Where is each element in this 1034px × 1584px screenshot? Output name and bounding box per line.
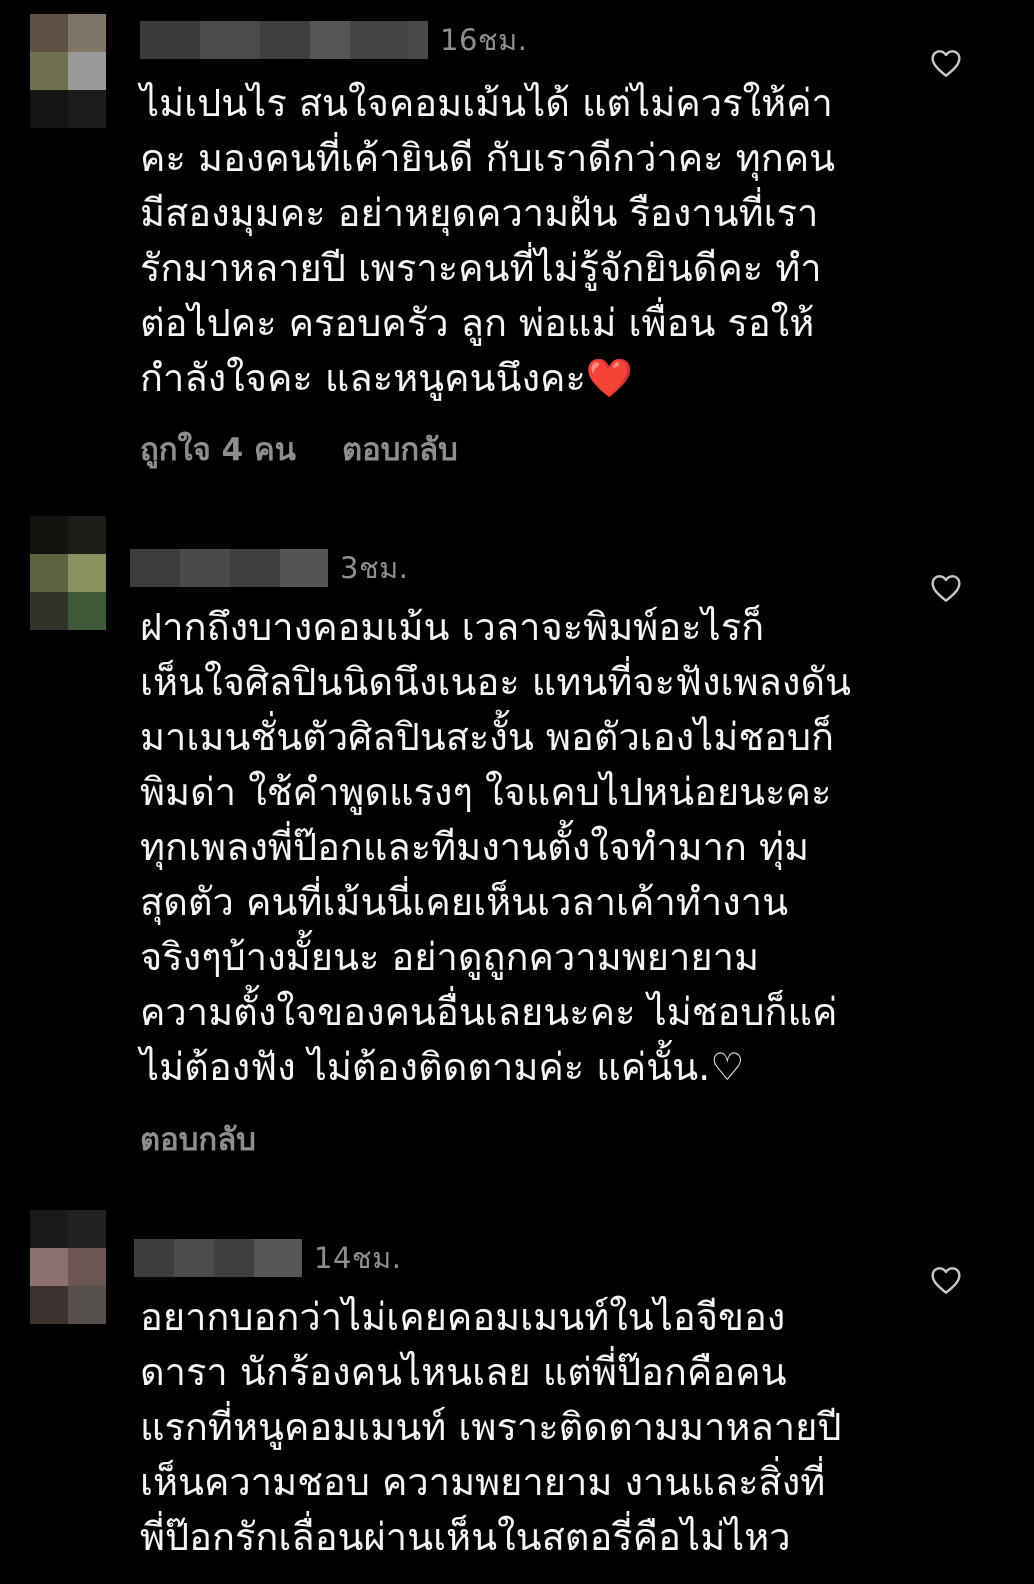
comment-header: 14ชม. [134,1236,401,1280]
comment-text: ฝากถึงบางคอมเม้น เวลาจะพิมพ์อะไรก็ เห็นใ… [140,600,900,1095]
comment-line: ต่อไปคะ ครอบครัว ลูก พ่อแม่ เพื่อน รอให้ [140,301,815,345]
avatar[interactable] [30,1210,106,1326]
comment-line: พิมด่า ใช้คำพูดแรงๆ ใจแคบไปหน่อยนะคะ [140,770,832,814]
comment-line: ไม่ต้องฟัง ไม่ต้องติดตามค่ะ แค่นั้น.♡ [140,1045,745,1089]
comment-line: แรกที่หนูคอมเมนท์ เพราะติดตามมาหลายปี [140,1405,842,1449]
comment-header: 16ชม. [134,18,527,62]
comment-line: ไม่เปนไร สนใจคอมเม้นได้ แต่ไม่ควรให้ค่า [140,81,833,125]
comment-line: พี่ป๊อกรักเลื่อนผ่านเห็นในสตอรี่คือไม่ไห… [140,1515,791,1559]
likes-count-link[interactable]: ถูกใจ 4 คน [140,424,296,474]
heart-outline-icon[interactable] [930,573,962,603]
red-heart-emoji: ❤️ [585,356,634,400]
comment-line: ความตั้งใจของคนอื่นเลยนะคะ ไม่ชอบก็แค่ [140,990,838,1034]
comment-text: ไม่เปนไร สนใจคอมเม้นได้ แต่ไม่ควรให้ค่า … [140,76,900,406]
comment-line: สุดตัว คนที่เม้นนี่เคยเห็นเวลาเค้าทำงาน [140,880,789,924]
comment-line-last: กำลังใจคะ และหนูคนนึงคะ❤️ [140,351,900,406]
comment-line: เห็นความชอบ ความพยายาม งานและสิ่งที่ [140,1460,826,1504]
comment-line: มีสองมุมคะ อย่าหยุดความฝัน รืองานที่เรา [140,191,819,235]
avatar[interactable] [30,516,106,632]
heart-outline-icon[interactable] [930,1265,962,1295]
comment-line: รักมาหลายปี เพราะคนที่ไม่รู้จักยินดีคะ ท… [140,246,822,290]
username-blurred[interactable] [130,549,328,587]
avatar[interactable] [30,14,106,130]
comment-line: เห็นใจศิลปินนิดนึงเนอะ แทนที่จะฟังเพลงดั… [140,660,852,704]
comment-line: คะ มองคนที่เค้ายินดี กับเราดีกว่าคะ ทุกค… [140,136,836,180]
comment-text: อยากบอกว่าไม่เคยคอมเมนท์ในไอจีของ ดารา น… [140,1290,900,1565]
comment-line: ฝากถึงบางคอมเม้น เวลาจะพิมพ์อะไรก็ [140,605,765,649]
comment-timestamp: 14ชม. [314,1241,402,1275]
comment-line: อยากบอกว่าไม่เคยคอมเมนท์ในไอจีของ [140,1295,786,1339]
comment-line: จริงๆบ้างมั้ยนะ อย่าดูถูกความพยายาม [140,935,760,979]
comment-actions: ถูกใจ 4 คน ตอบกลับ [140,424,458,474]
comment-line: มาเมนชั่นตัวศิลปินสะงั้น พอตัวเองไม่ชอบก… [140,715,835,759]
username-blurred[interactable] [140,21,428,59]
comment-line-text: กำลังใจคะ และหนูคนนึงคะ [140,356,586,400]
heart-outline-icon[interactable] [930,48,962,78]
comment-timestamp: 3ชม. [340,551,409,585]
comment-timestamp: 16ชม. [440,23,528,57]
reply-button[interactable]: ตอบกลับ [140,1114,256,1164]
comment-line: ทุกเพลงพี่ป๊อกและทีมงานตั้งใจทำมาก ทุ่ม [140,825,810,869]
comment-actions: ตอบกลับ [140,1114,256,1164]
comment-header: 3ชม. [130,546,409,590]
reply-button[interactable]: ตอบกลับ [342,424,458,474]
comment-line: ดารา นักร้องคนไหนเลย แต่พี่ป๊อกคือคน [140,1350,787,1394]
username-blurred[interactable] [134,1239,302,1277]
